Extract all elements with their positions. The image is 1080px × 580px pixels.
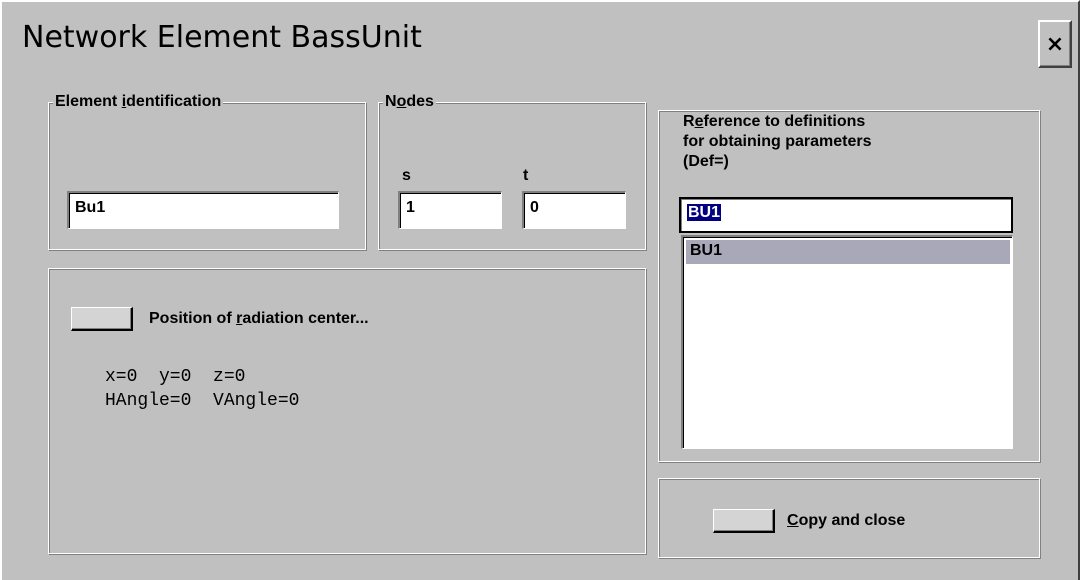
reference-label-line1: Reference to definitions bbox=[683, 113, 865, 131]
position-values: x=0 y=0 z=0 bbox=[105, 367, 246, 387]
label-accelerator: C bbox=[787, 512, 799, 529]
reference-input[interactable]: BU1 bbox=[679, 197, 1013, 233]
reference-label-line2: for obtaining parameters bbox=[683, 133, 872, 150]
copy-and-close-label: Copy and close bbox=[787, 512, 905, 530]
label-text: Element bbox=[55, 93, 122, 110]
dialog-window: Network Element BassUnit × Element ident… bbox=[0, 0, 1080, 580]
element-identification-value: Bu1 bbox=[75, 199, 106, 216]
list-item[interactable]: BU1 bbox=[686, 240, 1010, 264]
nodes-label: Nodes bbox=[383, 93, 436, 111]
label-text: dentification bbox=[126, 93, 222, 110]
label-accelerator: o bbox=[396, 93, 407, 110]
label-text: Position of bbox=[149, 310, 237, 327]
node-t-value: 0 bbox=[530, 199, 539, 216]
reference-group: Reference to definitions for obtaining p… bbox=[658, 110, 1040, 462]
radiation-center-button[interactable] bbox=[71, 307, 133, 331]
label-text: des bbox=[406, 93, 434, 110]
label-text: opy and close bbox=[798, 512, 906, 529]
element-identification-label: Element identification bbox=[53, 93, 224, 111]
element-identification-group: Element identification Bu1 bbox=[48, 93, 366, 250]
copy-close-group: Copy and close bbox=[658, 478, 1040, 558]
reference-input-value: BU1 bbox=[687, 204, 722, 221]
label-text: adiation center... bbox=[242, 310, 369, 327]
node-s-value: 1 bbox=[406, 199, 415, 216]
node-s-input[interactable]: 1 bbox=[398, 191, 502, 229]
radiation-center-group: Position of radiation center... x=0 y=0 … bbox=[48, 268, 646, 554]
angle-values: HAngle=0 VAngle=0 bbox=[105, 391, 300, 411]
copy-and-close-button[interactable] bbox=[713, 509, 775, 533]
element-identification-input[interactable]: Bu1 bbox=[67, 191, 339, 229]
label-text: N bbox=[385, 93, 397, 110]
node-t-input[interactable]: 0 bbox=[522, 191, 626, 229]
nodes-group: Nodes s t 1 0 bbox=[378, 93, 646, 250]
node-t-label: t bbox=[523, 167, 529, 184]
close-icon: × bbox=[1045, 31, 1065, 57]
label-text: ference to definitions bbox=[703, 113, 866, 130]
close-button[interactable]: × bbox=[1038, 20, 1072, 68]
window-title: Network Element BassUnit bbox=[22, 20, 422, 55]
label-text: R bbox=[683, 113, 695, 130]
reference-listbox[interactable]: BU1 bbox=[681, 235, 1013, 449]
reference-label-line3: (Def=) bbox=[683, 153, 729, 170]
node-s-label: s bbox=[402, 167, 411, 184]
radiation-center-label: Position of radiation center... bbox=[149, 310, 369, 328]
